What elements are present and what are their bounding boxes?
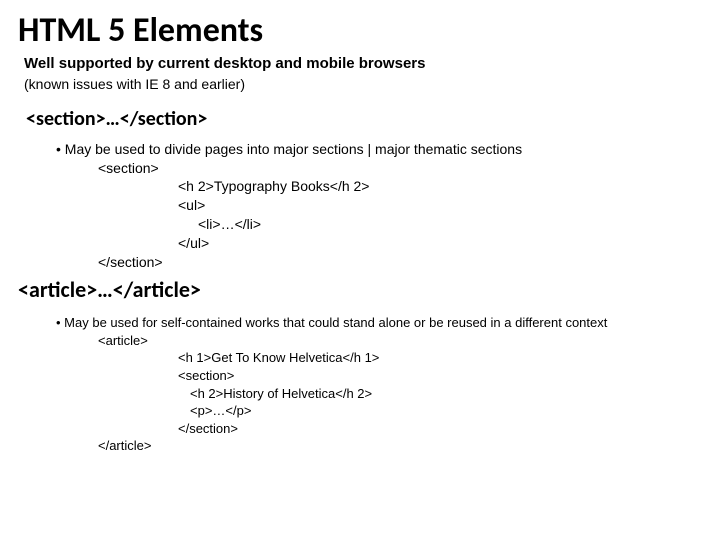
article-bullet: • May be used for self-contained works t… (56, 315, 702, 330)
code-line: </ul> (98, 234, 702, 253)
code-line: <h 2>Typography Books</h 2> (98, 177, 702, 196)
section-heading-section: <section>…</section> (26, 107, 702, 131)
code-line: <section> (98, 367, 702, 385)
subtitle-line2: (known issues with IE 8 and earlier) (24, 76, 702, 93)
code-line: <ul> (98, 196, 702, 215)
subtitle-line1: Well supported by current desktop and mo… (24, 55, 702, 74)
section-code-example: <section> <h 2>Typography Books</h 2> <u… (98, 159, 702, 272)
article-code-example: <article> <h 1>Get To Know Helvetica</h … (98, 332, 702, 455)
section-bullet: • May be used to divide pages into major… (56, 141, 702, 157)
code-line: </section> (98, 253, 702, 272)
section-heading-article: <article>…</article> (18, 276, 702, 303)
code-line: <p>…</p> (98, 402, 702, 420)
code-line: <article> (98, 332, 702, 350)
page-title: HTML 5 Elements (18, 10, 702, 51)
code-line: </section> (98, 420, 702, 438)
code-line: <h 2>History of Helvetica</h 2> (98, 385, 702, 403)
code-line: <li>…</li> (98, 215, 702, 234)
code-line: <h 1>Get To Know Helvetica</h 1> (98, 349, 702, 367)
code-line: </article> (98, 437, 702, 455)
code-line: <section> (98, 159, 702, 178)
